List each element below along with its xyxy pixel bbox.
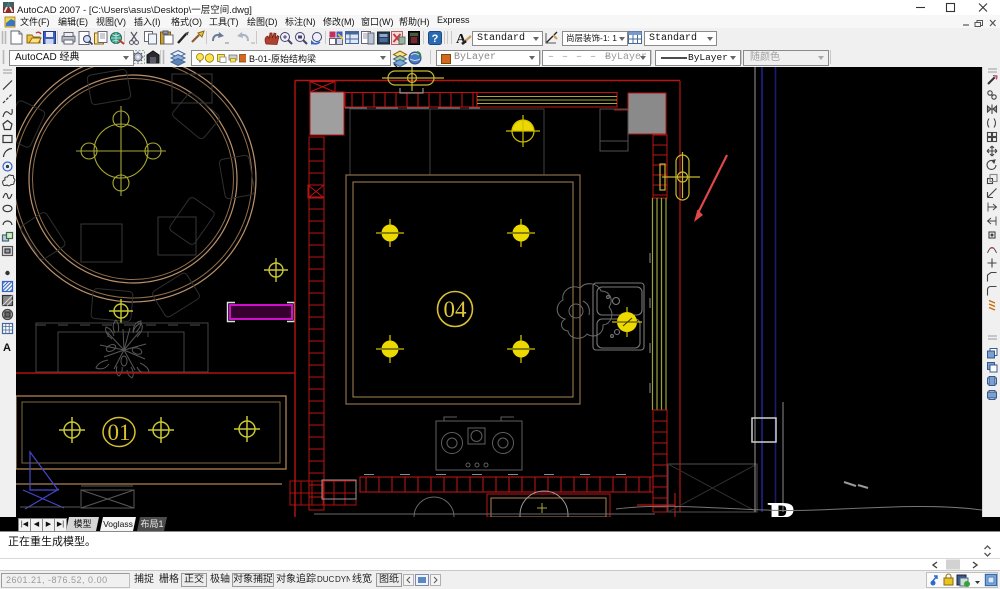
svg-text:04: 04: [444, 297, 468, 322]
svg-text:01: 01: [108, 420, 131, 445]
svg-text:A: A: [3, 342, 11, 354]
svg-text:B: B: [767, 493, 797, 517]
svg-text:?: ?: [432, 33, 439, 45]
